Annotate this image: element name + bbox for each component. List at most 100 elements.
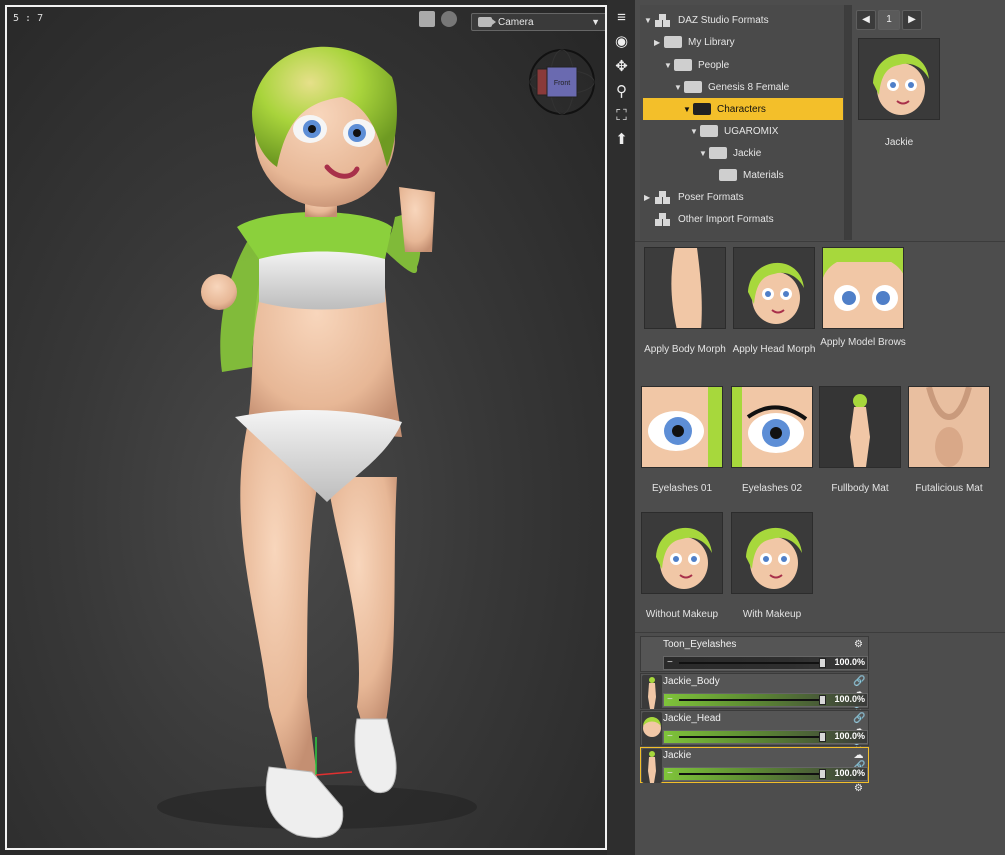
layer-name: Toon_Eyelashes xyxy=(663,639,737,650)
tree-item-poser-formats[interactable]: ▶ Poser Formats xyxy=(644,186,744,208)
view-cube-gizmo[interactable]: Front xyxy=(527,47,597,117)
viewport-toolstrip: ≡ ◉ ✥ ⚲ ⛶ ⬆ xyxy=(607,0,635,855)
tree-expand-icon[interactable]: ▶ xyxy=(654,38,664,47)
thumbnail-image xyxy=(734,248,814,328)
slider-track[interactable] xyxy=(679,736,819,738)
slider-handle[interactable] xyxy=(819,732,826,742)
viewport-panel[interactable]: 5 : 7 Camera ▼ Front xyxy=(0,0,612,855)
camera-icon xyxy=(478,17,496,27)
home-view-icon[interactable]: ⬆ xyxy=(612,130,631,149)
tree-item-daz-studio-formats[interactable]: ▼ DAZ Studio Formats xyxy=(644,9,769,31)
content-thumbnail[interactable] xyxy=(641,512,723,594)
content-thumbnail[interactable] xyxy=(731,386,813,468)
content-thumbnail[interactable] xyxy=(819,386,901,468)
content-library-panel: ▼ DAZ Studio Formats ▶ My Library ▼ Peop… xyxy=(635,0,1005,855)
thumbnail-image xyxy=(820,387,900,467)
boxes-icon xyxy=(654,213,672,226)
slider-handle[interactable] xyxy=(819,658,826,668)
tree-item-genesis-8-female[interactable]: ▼ Genesis 8 Female xyxy=(674,76,789,98)
boxes-icon xyxy=(654,14,672,27)
minus-icon: − xyxy=(667,768,673,779)
layer-icons: 🔗 ☁ 🔗 ♡ ⚙ xyxy=(853,713,865,768)
layer-strength-slider[interactable]: − 100.0% xyxy=(663,767,868,781)
viewport-frame[interactable]: 5 : 7 Camera ▼ Front xyxy=(5,5,607,850)
tree-expand-icon[interactable]: ▼ xyxy=(683,105,693,114)
tree-expand-icon[interactable]: ▼ xyxy=(664,61,674,70)
prev-page-button[interactable]: ◀ xyxy=(856,10,876,30)
content-thumbnail[interactable] xyxy=(822,247,904,329)
next-page-button[interactable]: ▶ xyxy=(902,10,922,30)
thumbnail-image xyxy=(732,387,812,467)
content-thumbnail[interactable] xyxy=(644,247,726,329)
content-thumbnail[interactable] xyxy=(733,247,815,329)
content-thumbnail-label: Fullbody Mat xyxy=(831,483,889,494)
slider-track[interactable] xyxy=(679,699,819,701)
tree-item-jackie[interactable]: ▼ Jackie xyxy=(699,142,761,164)
pan-icon[interactable]: ✥ xyxy=(612,57,631,76)
camera-select-value: Camera xyxy=(498,16,534,28)
viewport-options-icon[interactable] xyxy=(419,11,435,27)
boxes-icon xyxy=(654,191,672,204)
tree-item-label: DAZ Studio Formats xyxy=(678,14,769,26)
folder-icon xyxy=(664,36,682,48)
layer-options-icon[interactable]: ☁ 🔗 ♡ ⚙ xyxy=(853,750,865,794)
tree-item-label: People xyxy=(698,59,730,71)
layer-strength-value: 100.0% xyxy=(834,731,865,741)
morph-layer-row[interactable]: Jackie_Head 🔗 ☁ 🔗 ♡ ⚙ − 100.0% xyxy=(640,710,869,768)
content-thumbnail-label: Apply Model Brows xyxy=(820,337,906,348)
render-mode-icon[interactable] xyxy=(441,11,457,27)
folder-icon xyxy=(700,125,718,137)
slider-track[interactable] xyxy=(679,662,819,664)
frame-icon[interactable]: ⛶ xyxy=(612,106,631,125)
section-divider xyxy=(635,241,1005,242)
tree-item-label: Genesis 8 Female xyxy=(708,81,790,93)
morph-layer-row[interactable]: Jackie ☁ 🔗 ♡ ⚙ − 100.0% xyxy=(640,747,869,794)
layer-thumbnail xyxy=(642,712,662,746)
tree-item-label: Other Import Formats xyxy=(678,213,774,225)
layer-options-icon[interactable]: 🔗 ☁ 🔗 ♡ ⚙ xyxy=(853,676,865,731)
zoom-icon[interactable]: ⚲ xyxy=(612,82,631,101)
content-thumbnail[interactable] xyxy=(908,386,990,468)
menu-lines-icon[interactable]: ≡ xyxy=(612,8,631,27)
slider-track[interactable] xyxy=(679,773,819,775)
tree-item-my-library[interactable]: ▶ My Library xyxy=(654,31,735,53)
folder-icon xyxy=(719,169,737,181)
morph-layer-row[interactable]: Toon_Eyelashes ⚙ − 100.0% xyxy=(640,636,869,672)
character-render xyxy=(157,46,477,839)
camera-select[interactable]: Camera ▼ xyxy=(471,13,605,31)
folder-tree: ▼ DAZ Studio Formats ▶ My Library ▼ Peop… xyxy=(640,5,845,240)
folder-icon xyxy=(709,147,727,159)
content-thumbnail-label: Futalicious Mat xyxy=(915,483,983,494)
preview-thumbnail[interactable] xyxy=(858,38,940,120)
layer-options-icon[interactable]: ⚙ xyxy=(853,639,864,650)
thumbnail-image xyxy=(642,387,722,467)
content-thumbnail[interactable] xyxy=(731,512,813,594)
tree-expand-icon[interactable]: ▼ xyxy=(699,149,709,158)
tree-item-materials[interactable]: Materials xyxy=(709,164,784,186)
tree-scrollbar[interactable] xyxy=(845,5,852,240)
layer-thumbnail xyxy=(642,675,662,709)
chevron-down-icon: ▼ xyxy=(591,17,600,27)
tree-item-people[interactable]: ▼ People xyxy=(664,54,729,76)
tree-expand-icon[interactable]: ▼ xyxy=(690,127,700,136)
tree-item-characters[interactable]: ▼ Characters xyxy=(643,98,843,120)
tree-item-other-import-formats[interactable]: Other Import Formats xyxy=(644,208,774,230)
thumbnail-image xyxy=(909,387,989,467)
layer-options-icon[interactable]: 🔗 ☁ 🔗 ♡ ⚙ xyxy=(853,713,865,768)
layer-strength-value: 100.0% xyxy=(834,768,865,778)
tree-expand-icon[interactable]: ▶ xyxy=(644,193,654,202)
layer-strength-value: 100.0% xyxy=(834,657,865,667)
layer-strength-slider[interactable]: − 100.0% xyxy=(663,656,868,670)
tree-expand-icon[interactable]: ▼ xyxy=(674,83,684,92)
tree-item-label: Materials xyxy=(743,169,784,181)
tree-expand-icon[interactable]: ▼ xyxy=(644,16,654,25)
orbit-icon[interactable]: ◉ xyxy=(612,32,631,51)
slider-handle[interactable] xyxy=(819,769,826,779)
layer-strength-slider[interactable]: − 100.0% xyxy=(663,730,868,744)
content-thumbnail[interactable] xyxy=(641,386,723,468)
slider-handle[interactable] xyxy=(819,695,826,705)
tree-item-ugaromix[interactable]: ▼ UGAROMIX xyxy=(690,120,778,142)
layer-strength-slider[interactable]: − 100.0% xyxy=(663,693,868,707)
thumbnail-image xyxy=(823,248,903,328)
morph-layer-row[interactable]: Jackie_Body 🔗 ☁ 🔗 ♡ ⚙ − 100.0% xyxy=(640,673,869,731)
